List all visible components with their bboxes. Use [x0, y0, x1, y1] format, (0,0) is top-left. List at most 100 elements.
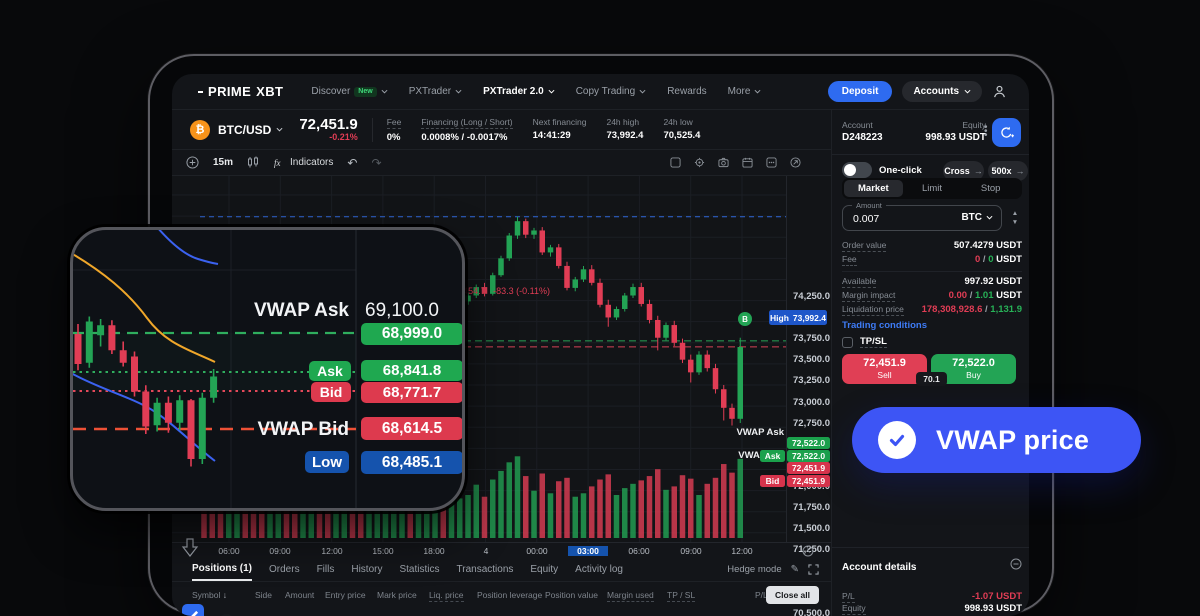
nav-menu: Discover New PXTrader PXTrader 2.0 Copy …: [311, 86, 761, 97]
tab-transactions[interactable]: Transactions: [457, 558, 514, 581]
one-click-row: One-click: [842, 162, 922, 178]
go-to-realtime-icon[interactable]: [180, 537, 200, 559]
amount-stepper[interactable]: ▲▼: [1008, 205, 1022, 231]
inset-vwap-ask-value: 69,100.0: [365, 300, 439, 322]
kebab-menu-icon[interactable]: •••: [984, 126, 988, 138]
indicators-button[interactable]: fx Indicators: [273, 157, 333, 169]
trading-conditions-link[interactable]: Trading conditions: [842, 320, 927, 331]
inset-bid-label-badge: Bid: [311, 382, 351, 402]
logo-dash-icon: [198, 91, 203, 93]
high-price-badge: High73,992.4: [769, 310, 827, 325]
edit-pencil-icon[interactable]: ✎: [791, 564, 799, 575]
user-icon[interactable]: [992, 84, 1007, 99]
account-id: D248223: [842, 132, 883, 143]
order-type-tabs: Market Limit Stop: [842, 178, 1022, 199]
symbol-select[interactable]: BTC/USD: [218, 123, 283, 137]
amount-asset-select[interactable]: BTC: [961, 212, 993, 223]
timezone-icon[interactable]: [802, 545, 814, 557]
more-options-icon[interactable]: [766, 157, 777, 168]
tab-limit[interactable]: Limit: [903, 180, 962, 197]
nav-item-pxtrader2[interactable]: PXTrader 2.0: [483, 86, 555, 97]
chart-style-icon[interactable]: [247, 156, 259, 169]
amount-label: Amount: [852, 201, 886, 210]
nav-item-copy-trading[interactable]: Copy Trading: [576, 86, 646, 97]
nav-item-more[interactable]: More: [728, 86, 762, 97]
nav-item-discover[interactable]: Discover New: [311, 86, 387, 97]
btc-icon: ₿: [190, 120, 210, 140]
price-tick: 73,250.0: [793, 375, 830, 386]
price-tick: 73,500.0: [793, 354, 830, 365]
nav-item-rewards[interactable]: Rewards: [667, 86, 706, 97]
tab-stop[interactable]: Stop: [961, 180, 1020, 197]
fullscreen-icon[interactable]: [790, 157, 801, 168]
expand-panel-icon[interactable]: [808, 564, 819, 575]
tpsl-checkbox[interactable]: [842, 337, 853, 348]
tab-statistics[interactable]: Statistics: [399, 558, 439, 581]
symbol-bar: ₿ BTC/USD 72,451.9 -0.21% Fee 0% Financi…: [172, 110, 831, 150]
add-icon[interactable]: [186, 156, 199, 169]
chevron-down-icon: [381, 89, 388, 94]
tab-activity-log[interactable]: Activity log: [575, 558, 623, 581]
last-price: 72,451.9: [299, 117, 357, 132]
timeframe-select[interactable]: 15m: [213, 157, 233, 168]
fx-icon: fx: [273, 157, 285, 169]
bid-price-badge: 72,451.9: [787, 475, 830, 487]
ask-label-badge: Ask: [760, 450, 785, 462]
chevron-down-icon: [754, 89, 761, 94]
tab-market[interactable]: Market: [844, 180, 903, 197]
hedge-mode-label[interactable]: Hedge mode: [727, 564, 781, 575]
col-liq-price: Liq. price: [429, 590, 477, 600]
tab-equity[interactable]: Equity: [530, 558, 558, 581]
time-axis[interactable]: 06:00 09:00 12:00 15:00 18:00 4 00:00 03…: [172, 542, 831, 558]
amount-field[interactable]: Amount 0.007 BTC: [842, 205, 1002, 231]
price-tick: 70,500.0: [793, 608, 830, 616]
svg-text:B: B: [742, 315, 748, 324]
price-axis[interactable]: 74,250.0 73,750.0 73,500.0 73,250.0 73,0…: [786, 176, 831, 542]
col-symbol[interactable]: Symbol ↓: [192, 590, 255, 600]
tab-history[interactable]: History: [351, 558, 382, 581]
time-tick: 06:00: [209, 546, 249, 556]
deposit-button[interactable]: Deposit: [828, 81, 893, 102]
nav-item-pxtrader[interactable]: PXTrader: [409, 86, 462, 97]
tab-fills[interactable]: Fills: [317, 558, 335, 581]
toggle-knob: [844, 164, 856, 176]
camera-icon[interactable]: [718, 157, 729, 168]
liquidation-price-row: Liquidation price 178,308,928.6 / 1,131.…: [842, 304, 1022, 316]
pl-row: P/L -1.07 USDT: [842, 591, 1022, 603]
divider: [372, 118, 373, 142]
accounts-button[interactable]: Accounts: [902, 81, 982, 102]
drawing-tool-button[interactable]: [182, 604, 204, 616]
time-tick: 06:00: [619, 546, 659, 556]
refresh-plus-icon: [999, 125, 1014, 140]
tab-positions[interactable]: Positions (1): [192, 558, 252, 581]
price-tick: 73,000.0: [793, 397, 830, 408]
col-margin-used: Margin used: [607, 590, 667, 600]
stat-next-financing: Next financing 14:41:29: [533, 117, 587, 143]
step-up-icon[interactable]: ▲: [1012, 209, 1018, 218]
bottom-tabs: Positions (1) Orders Fills History Stati…: [172, 558, 831, 582]
equity-row: Equity 998.93 USDT: [842, 603, 1022, 615]
undo-icon[interactable]: ↶: [347, 156, 357, 170]
vwap-price-pill: VWAP price: [852, 407, 1141, 473]
collapse-section-icon[interactable]: [1010, 558, 1022, 570]
sell-button[interactable]: 72,451.9 Sell: [842, 354, 927, 384]
logo-part1: PRIME: [208, 84, 251, 99]
redo-icon[interactable]: ↷: [371, 156, 381, 170]
chevron-down-icon: [986, 215, 993, 220]
col-entry-price: Entry price: [325, 590, 377, 600]
chevron-down-icon: [548, 89, 555, 94]
amount-value[interactable]: 0.007: [853, 213, 879, 225]
stat-financing: Financing (Long / Short) 0.0008% / -0.00…: [421, 117, 512, 143]
stat-24h-low: 24h low 70,525.4: [663, 117, 700, 143]
step-down-icon[interactable]: ▼: [1012, 218, 1018, 227]
time-tick: 18:00: [414, 546, 454, 556]
divider: [842, 271, 1022, 272]
transfer-funds-button[interactable]: [992, 118, 1021, 147]
one-click-toggle[interactable]: [842, 162, 872, 178]
calendar-icon[interactable]: [742, 157, 753, 168]
close-all-button[interactable]: Close all: [766, 586, 819, 604]
layout-icon[interactable]: [670, 157, 681, 168]
settings-gear-icon[interactable]: [694, 157, 705, 168]
tab-orders[interactable]: Orders: [269, 558, 300, 581]
chevron-down-icon: [276, 127, 283, 132]
